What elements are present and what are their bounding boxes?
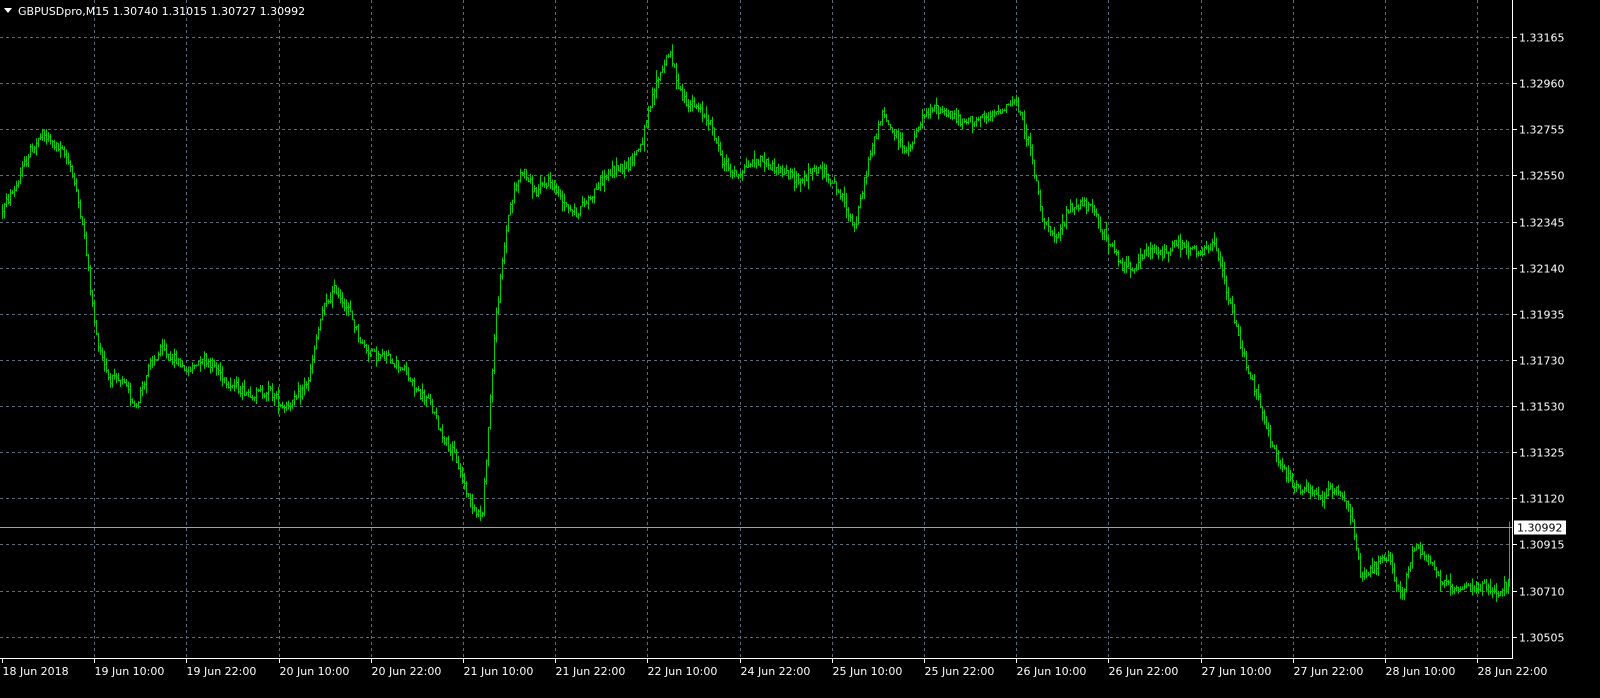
y-tick-label: 1.32755 xyxy=(1519,124,1565,137)
x-tick-label: 28 Jun 10:00 xyxy=(1386,665,1456,678)
x-tick-label: 19 Jun 22:00 xyxy=(187,665,257,678)
x-tick-label: 21 Jun 22:00 xyxy=(556,665,626,678)
current-price-label: 1.30992 xyxy=(1517,522,1563,535)
y-tick-label: 1.31530 xyxy=(1519,401,1565,414)
x-tick-label: 25 Jun 22:00 xyxy=(925,665,995,678)
x-tick-label: 27 Jun 22:00 xyxy=(1294,665,1364,678)
chart-title: GBPUSDpro,M15 1.30740 1.31015 1.30727 1.… xyxy=(18,5,305,18)
x-tick-label: 20 Jun 10:00 xyxy=(280,665,350,678)
y-tick-label: 1.32140 xyxy=(1519,263,1565,276)
y-tick-label: 1.30505 xyxy=(1519,632,1565,645)
chart-header[interactable]: GBPUSDpro,M15 1.30740 1.31015 1.30727 1.… xyxy=(4,5,305,18)
chart-background xyxy=(0,0,1600,698)
x-tick-label: 28 Jun 22:00 xyxy=(1478,665,1548,678)
y-tick-label: 1.32345 xyxy=(1519,217,1565,230)
x-tick-label: 22 Jun 10:00 xyxy=(648,665,718,678)
y-tick-label: 1.31935 xyxy=(1519,309,1565,322)
x-tick-label: 18 Jun 2018 xyxy=(3,665,69,678)
x-tick-label: 20 Jun 22:00 xyxy=(372,665,442,678)
x-tick-label: 26 Jun 10:00 xyxy=(1017,665,1087,678)
y-tick-label: 1.30915 xyxy=(1519,539,1565,552)
chart-svg[interactable]: 1.30992 1.33165 1.32960 1.32755 1.32550 1.32… xyxy=(0,0,1600,698)
x-tick-label: 25 Jun 10:00 xyxy=(833,665,903,678)
y-tick-label: 1.32960 xyxy=(1519,78,1565,91)
x-tick-label: 27 Jun 10:00 xyxy=(1202,665,1272,678)
y-tick-label: 1.30710 xyxy=(1519,586,1565,599)
x-tick-label: 19 Jun 10:00 xyxy=(95,665,165,678)
x-tick-label: 26 Jun 22:00 xyxy=(1109,665,1179,678)
chart[interactable]: 1.30992 1.33165 1.32960 1.32755 1.32550 1.32… xyxy=(0,0,1600,698)
y-tick-label: 1.33165 xyxy=(1519,32,1565,45)
x-tick-label: 24 Jun 22:00 xyxy=(741,665,811,678)
y-tick-label: 1.31120 xyxy=(1519,493,1565,506)
x-tick-label: 21 Jun 10:00 xyxy=(464,665,534,678)
y-tick-label: 1.31730 xyxy=(1519,355,1565,368)
y-tick-label: 1.31325 xyxy=(1519,447,1565,460)
y-tick-label: 1.32550 xyxy=(1519,170,1565,183)
